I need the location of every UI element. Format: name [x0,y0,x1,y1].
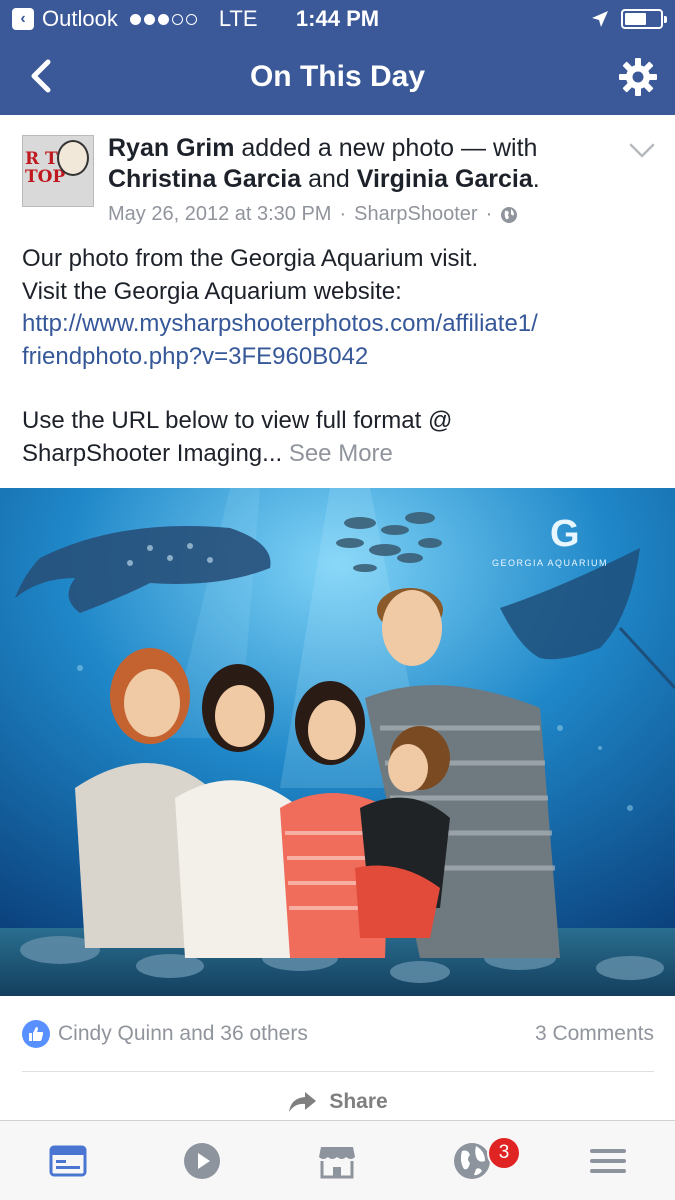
reactions-bar: Cindy Quinn and 36 others 3 Comments [22,1016,654,1052]
post-link-line-1[interactable]: http://www.mysharpshooterphotos.com/affi… [22,308,662,341]
signal-strength-icon [129,13,197,25]
menu-icon[interactable] [588,1141,628,1181]
comments-count[interactable]: 3 Comments [535,1022,654,1046]
author-name[interactable]: Ryan Grim [108,134,234,162]
body-line: Our photo from the Georgia Aquarium visi… [22,245,479,272]
see-more-link[interactable]: See More [289,440,393,467]
tagged-person-2[interactable]: Virginia Garcia [357,165,533,193]
tab-bar [0,1120,675,1200]
network-type: LTE [218,6,258,31]
aquarium-logo-text: GEORGIA AQUARIUM [492,558,608,568]
nav-bar: On This Day [0,38,675,115]
likes-summary[interactable]: Cindy Quinn and 36 others [58,1022,308,1046]
post-body: Our photo from the Georgia Aquarium visi… [22,243,662,470]
globe-icon [501,206,518,223]
post-header: Ryan Grim added a new photo — with Chris… [108,133,608,195]
body-line: Use the URL below to view full format @ [22,407,453,434]
post-source[interactable]: SharpShooter [354,203,477,226]
notifications-globe-icon[interactable] [452,1141,492,1181]
tagged-person-1[interactable]: Christina Garcia [108,165,301,193]
meta-separator-2: · [485,203,493,225]
share-arrow-icon [289,1092,317,1112]
aquarium-logo-letter: G [550,513,580,555]
body-line: Visit the Georgia Aquarium website: [22,277,402,305]
marketplace-icon[interactable] [317,1141,357,1181]
video-icon[interactable] [182,1141,222,1181]
post-photo[interactable]: G GEORGIA AQUARIUM [0,488,675,996]
battery-icon [621,9,667,29]
avatar-face [57,140,89,176]
post-action: added a new photo — with [241,134,538,162]
chevron-down-icon[interactable] [629,143,655,159]
share-button[interactable]: Share [0,1090,675,1114]
avatar[interactable]: R THE TOP [22,135,94,207]
body-line: SharpShooter Imaging... [22,439,283,467]
chevron-left-icon[interactable] [22,56,62,96]
news-feed-icon[interactable] [48,1141,88,1181]
back-app-label[interactable]: Outlook [42,6,118,32]
share-label: Share [329,1090,388,1113]
divider [22,1071,654,1072]
notifications-badge: 3 [487,1136,521,1170]
gear-icon[interactable] [617,56,659,98]
location-arrow-icon [592,11,608,27]
post-link[interactable]: http://www.mysharpshooterphotos.com/affi… [22,308,662,373]
meta-separator: · [339,203,347,225]
thumbs-up-icon [22,1020,50,1048]
page-title: On This Day [249,59,426,93]
conjunction: and [308,165,350,193]
post-link-line-2[interactable]: friendphoto.php?v=3FE960B042 [22,341,662,374]
post-meta: May 26, 2012 at 3:30 PM · SharpShooter · [108,203,518,226]
header-period: . [532,165,540,193]
post-timestamp[interactable]: May 26, 2012 at 3:30 PM [108,203,331,226]
back-to-app-icon[interactable]: ‹ [12,8,34,30]
status-bar: ‹ Outlook LTE 1:44 PM [0,0,675,38]
aquarium-photo: G GEORGIA AQUARIUM [0,488,675,996]
